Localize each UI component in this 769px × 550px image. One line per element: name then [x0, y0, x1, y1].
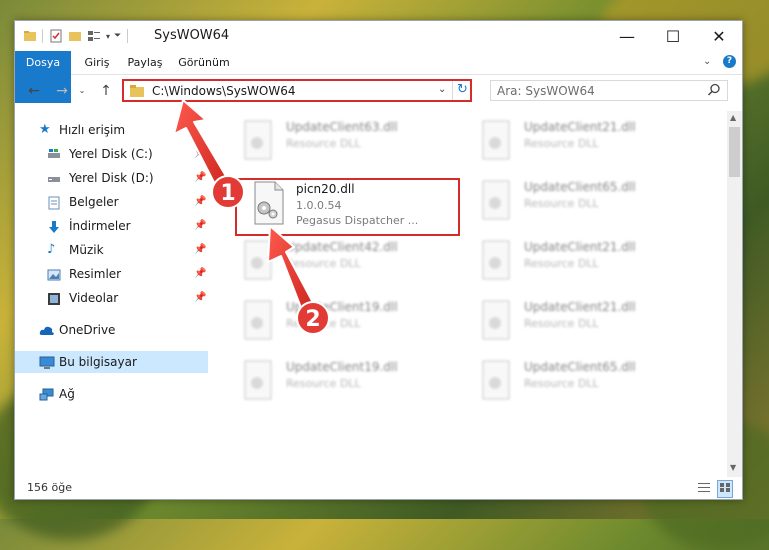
- sidebar-item-pictures[interactable]: Resimler 📌: [15, 263, 208, 285]
- item-count: 156 öğe: [27, 481, 72, 494]
- tiles-view-icon[interactable]: [717, 480, 733, 498]
- view-options-icon[interactable]: [87, 29, 101, 43]
- forward-button[interactable]: →: [53, 82, 71, 100]
- minimize-button[interactable]: —: [604, 21, 650, 51]
- sidebar-item-documents[interactable]: Belgeler 📌: [15, 191, 208, 213]
- chevron-down-icon[interactable]: ⌄: [438, 84, 446, 95]
- ribbon-expand-icon[interactable]: ⌄: [703, 56, 711, 67]
- scroll-up-icon[interactable]: ▲: [730, 113, 736, 122]
- folder-icon: [129, 84, 145, 101]
- divider: [452, 81, 453, 100]
- list-item[interactable]: UpdateClient19.dll Resource DLL: [234, 295, 454, 347]
- maximize-button[interactable]: ☐: [650, 21, 696, 51]
- tab-view[interactable]: Görünüm: [171, 51, 237, 74]
- dll-file-icon: [482, 120, 510, 160]
- download-icon: [47, 219, 61, 233]
- sidebar-item-videos[interactable]: Videolar 📌: [15, 287, 208, 309]
- dll-file-icon: [244, 120, 272, 160]
- dll-file-icon: [482, 240, 510, 280]
- star-icon: ★: [39, 122, 51, 137]
- folder-icon[interactable]: [23, 29, 37, 43]
- window-title: SysWOW64: [154, 28, 230, 43]
- status-bar: 156 öğe: [15, 477, 742, 499]
- properties-icon[interactable]: [49, 29, 63, 43]
- address-bar[interactable]: C:\Windows\SysWOW64 ⌄ ↻: [122, 79, 472, 102]
- customize-toolbar-icon[interactable]: ⏷: [114, 31, 121, 41]
- list-item[interactable]: UpdateClient65.dll Resource DLL: [472, 355, 692, 407]
- dll-file-icon: [482, 360, 510, 400]
- dll-file-icon: [244, 240, 272, 280]
- pin-icon[interactable]: 📌: [194, 263, 206, 285]
- pin-icon[interactable]: 📌: [194, 215, 206, 237]
- pictures-icon: [47, 267, 61, 281]
- sidebar-item-disk-c[interactable]: Yerel Disk (C:) 📌: [15, 143, 208, 165]
- sidebar-item-disk-d[interactable]: Yerel Disk (D:) 📌: [15, 167, 208, 189]
- sidebar-item-music[interactable]: ♪ Müzik 📌: [15, 239, 208, 261]
- scrollbar-thumb[interactable]: [729, 127, 740, 177]
- pin-icon[interactable]: 📌: [194, 167, 206, 189]
- details-view-icon[interactable]: [697, 481, 711, 497]
- sidebar-item-this-pc[interactable]: Bu bilgisayar: [15, 351, 208, 373]
- search-icon[interactable]: [707, 83, 721, 100]
- cloud-icon: [39, 323, 54, 337]
- dll-file-icon: [482, 180, 510, 220]
- dll-file-icon: [244, 300, 272, 340]
- new-folder-icon[interactable]: [68, 29, 82, 43]
- list-item[interactable]: UpdateClient21.dll Resource DLL: [472, 235, 692, 287]
- navigation-pane: ★ Hızlı erişim Yerel Disk (C:) 📌 Yerel D…: [15, 111, 208, 471]
- sidebar-item-network[interactable]: Ağ: [15, 383, 208, 405]
- sidebar-item-onedrive[interactable]: OneDrive: [15, 319, 208, 341]
- list-item[interactable]: UpdateClient42.dll Resource DLL: [234, 235, 454, 287]
- network-icon: [39, 387, 54, 401]
- tab-home[interactable]: Giriş: [75, 51, 119, 74]
- search-box[interactable]: Ara: SysWOW64: [490, 80, 728, 101]
- pin-icon[interactable]: 📌: [194, 239, 206, 261]
- help-icon[interactable]: ?: [723, 55, 736, 68]
- list-item[interactable]: UpdateClient21.dll Resource DLL: [472, 115, 692, 167]
- video-icon: [47, 291, 61, 305]
- address-path[interactable]: C:\Windows\SysWOW64: [152, 84, 296, 98]
- refresh-icon[interactable]: ↻: [457, 82, 468, 97]
- list-item[interactable]: UpdateClient21.dll Resource DLL: [472, 295, 692, 347]
- quick-access-toolbar: ▾ ⏷: [23, 27, 129, 45]
- navigation-bar: ← → ⌄ ↑ C:\Windows\SysWOW64 ⌄ ↻ Ara: Sys…: [15, 74, 742, 108]
- ribbon-tabs: Dosya Giriş Paylaş Görünüm ⌄ ?: [15, 51, 742, 103]
- file-list: UpdateClient63.dll Resource DLL UpdateCl…: [222, 111, 727, 471]
- dll-file-icon: [482, 300, 510, 340]
- search-input[interactable]: Ara: SysWOW64: [497, 84, 595, 98]
- list-item[interactable]: UpdateClient65.dll Resource DLL: [472, 175, 692, 227]
- vertical-scrollbar[interactable]: ▲ ▼: [727, 111, 742, 477]
- back-button[interactable]: ←: [25, 82, 43, 100]
- list-item[interactable]: UpdateClient63.dll Resource DLL: [234, 115, 454, 167]
- recent-locations-button[interactable]: ⌄: [73, 82, 91, 100]
- sidebar-item-downloads[interactable]: İndirmeler 📌: [15, 215, 208, 237]
- up-button[interactable]: ↑: [97, 82, 115, 100]
- chevron-down-icon[interactable]: ▾: [106, 32, 110, 41]
- step-badge-2: 2: [296, 301, 330, 335]
- step-badge-1: 1: [211, 175, 245, 209]
- pin-icon[interactable]: 📌: [194, 287, 206, 309]
- close-button[interactable]: ✕: [696, 21, 742, 51]
- title-bar: ▾ ⏷ SysWOW64 — ☐ ✕: [15, 21, 742, 51]
- tab-share[interactable]: Paylaş: [119, 51, 171, 74]
- computer-icon: [39, 355, 55, 369]
- dll-file-icon: [244, 360, 272, 400]
- drive-icon: [47, 147, 61, 161]
- pin-icon[interactable]: 📌: [194, 143, 206, 165]
- scroll-down-icon[interactable]: ▼: [730, 463, 736, 472]
- file-highlight-box: [235, 178, 460, 236]
- list-item[interactable]: UpdateClient19.dll Resource DLL: [234, 355, 454, 407]
- documents-icon: [47, 195, 61, 210]
- music-icon: ♪: [47, 242, 56, 257]
- pin-icon[interactable]: 📌: [194, 191, 206, 213]
- sidebar-item-quick-access[interactable]: ★ Hızlı erişim: [15, 119, 208, 141]
- drive-icon: [47, 171, 61, 185]
- explorer-window: ▾ ⏷ SysWOW64 — ☐ ✕ Dosya Giriş Paylaş Gö…: [14, 20, 743, 500]
